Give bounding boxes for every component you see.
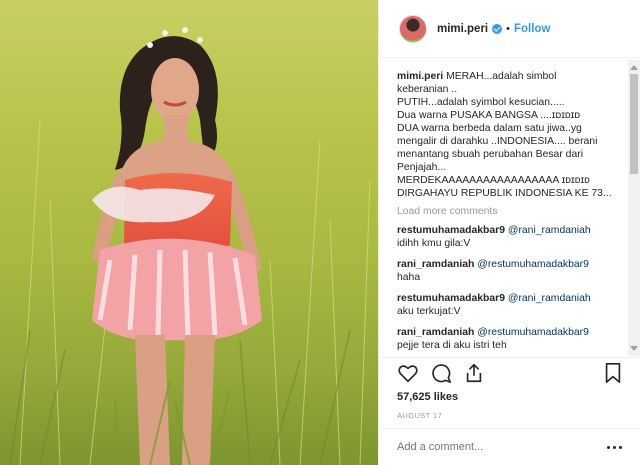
- caption-line: menantang sbuah perubahan Besar dari: [397, 149, 584, 160]
- scroll-down-arrow-icon[interactable]: [630, 346, 638, 351]
- caption-username[interactable]: mimi.peri: [397, 71, 443, 82]
- comment-username[interactable]: restumuhamadakbar9: [397, 293, 505, 304]
- caption-line: DUA warna berbeda dalam satu jiwa..yg: [397, 123, 582, 134]
- divider: [379, 357, 640, 358]
- comment-mention[interactable]: @rani_ramdaniah: [508, 225, 591, 236]
- action-bar: [397, 362, 627, 388]
- comment-username[interactable]: rani_ramdaniah: [397, 259, 474, 270]
- comment-username[interactable]: rani_ramdaniah: [397, 327, 474, 338]
- load-more-comments-link[interactable]: Load more comments: [397, 205, 625, 218]
- likes-count[interactable]: 57,625 likes: [397, 391, 458, 403]
- bookmark-icon[interactable]: [603, 362, 623, 384]
- post-date[interactable]: AUGUST 17: [397, 411, 442, 420]
- comment-item: restumuhamadakbar9 @rani_ramdaniah idihh…: [397, 224, 625, 250]
- caption-line: PUTIH...adalah syimbol kesucian.....: [397, 97, 565, 108]
- separator-dot: •: [506, 22, 510, 35]
- share-icon[interactable]: [463, 362, 485, 384]
- comment-username[interactable]: restumuhamadakbar9: [397, 225, 505, 236]
- comment-bubble-icon[interactable]: [430, 362, 452, 384]
- verified-badge-icon: [492, 23, 503, 34]
- avatar[interactable]: [399, 14, 427, 43]
- comment-text: aku terkujat:V: [397, 306, 461, 317]
- post-username[interactable]: mimi.peri: [437, 23, 488, 35]
- follow-button[interactable]: Follow: [514, 23, 550, 35]
- caption-line: DIRGAHAYU REPUBLIK INDONESIA KE 73...: [397, 188, 612, 199]
- post-caption: mimi.peri MERAH...adalah simbol keberani…: [397, 70, 625, 200]
- caption-line: MERAH...adalah simbol: [446, 71, 557, 82]
- comment-text: haha: [397, 272, 421, 283]
- comment-item: rani_ramdaniah @restumuhamadakbar9 pejje…: [397, 326, 625, 352]
- comment-item: rani_ramdaniah @restumuhamadakbar9 haha: [397, 258, 625, 284]
- caption-line: Dua warna PUSAKA BANGSA ....ɪᴅɪᴅɪᴅ: [397, 110, 581, 121]
- more-options-icon[interactable]: [607, 446, 623, 450]
- comment-text: idihh kmu gila:V: [397, 238, 471, 249]
- scroll-up-arrow-icon[interactable]: [630, 65, 638, 70]
- scroll-thumb[interactable]: [630, 74, 638, 174]
- add-comment-input[interactable]: [397, 441, 587, 453]
- heart-icon[interactable]: [397, 362, 419, 384]
- comment-mention[interactable]: @restumuhamadakbar9: [477, 327, 589, 338]
- caption-line: mengalir di darahku ..INDONESIA.... bera…: [397, 136, 598, 147]
- post-photo: [0, 0, 378, 465]
- comment-text: pejje tera di aku istri teh: [397, 340, 507, 351]
- post-header: mimi.peri • Follow: [379, 0, 640, 58]
- post-image: [9, 27, 371, 465]
- comment-mention[interactable]: @restumuhamadakbar9: [477, 259, 589, 270]
- comments-section: mimi.peri MERAH...adalah simbol keberani…: [397, 70, 625, 355]
- comment-mention[interactable]: @rani_ramdaniah: [508, 293, 591, 304]
- comments-scrollbar[interactable]: [628, 60, 640, 356]
- divider: [379, 428, 640, 429]
- caption-line: Penjajah...: [397, 162, 447, 173]
- caption-line: MERDEKAAAAAAAAAAAAAAAAA ɪᴅɪᴅɪᴅ: [397, 175, 590, 186]
- caption-line: keberanian ..: [397, 84, 458, 95]
- comment-item: restumuhamadakbar9 @rani_ramdaniah aku t…: [397, 292, 625, 318]
- post-details-panel: mimi.peri • Follow mimi.peri MERAH...ada…: [378, 0, 640, 465]
